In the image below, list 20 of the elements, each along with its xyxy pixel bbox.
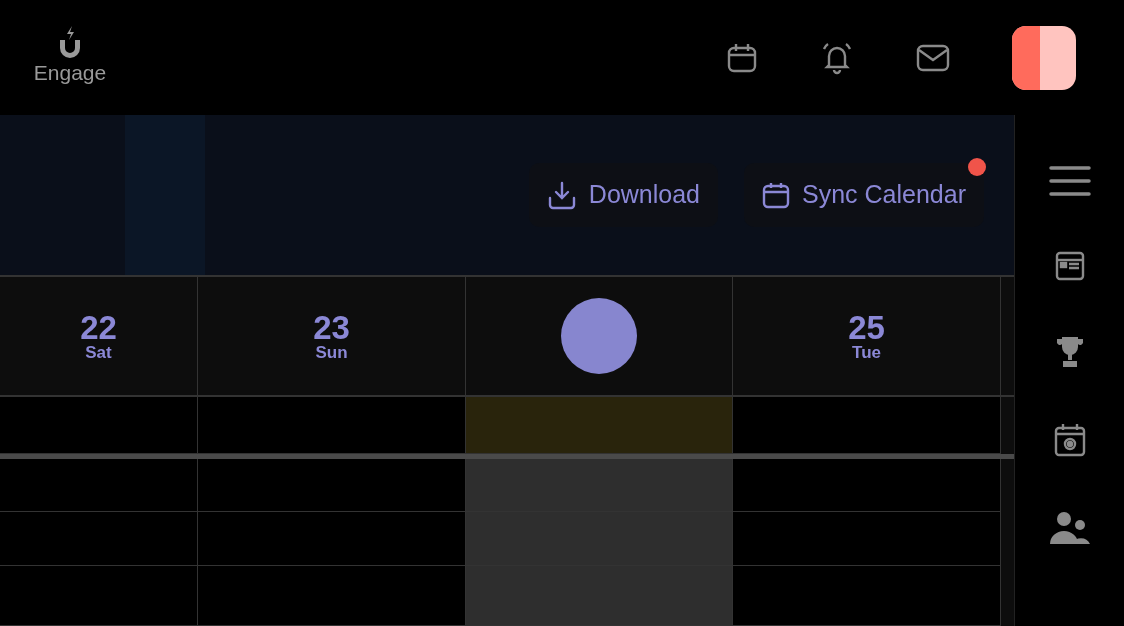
- day-number: 22: [80, 310, 117, 344]
- weekday: Tue: [852, 343, 881, 361]
- day-number: 25: [848, 310, 885, 344]
- avatar[interactable]: [1012, 25, 1076, 90]
- weekday: Sun: [315, 343, 348, 361]
- mail-icon[interactable]: [916, 42, 950, 73]
- calendar-icon[interactable]: [726, 41, 758, 74]
- menu-icon[interactable]: [1048, 165, 1091, 197]
- weekday: Sat: [85, 343, 112, 361]
- calendar-event-icon[interactable]: [1053, 423, 1086, 457]
- app-name: Engage: [33, 62, 107, 83]
- download-button[interactable]: Download: [528, 162, 718, 227]
- trophy-icon[interactable]: [1055, 335, 1084, 369]
- calendar-icon: [762, 180, 790, 209]
- day-number: 23: [313, 310, 350, 344]
- users-icon[interactable]: [1049, 511, 1090, 545]
- id-card-icon[interactable]: [1054, 251, 1085, 281]
- bell-icon[interactable]: [820, 40, 854, 75]
- scrollbar[interactable]: [1001, 397, 1014, 626]
- download-icon: [546, 179, 577, 210]
